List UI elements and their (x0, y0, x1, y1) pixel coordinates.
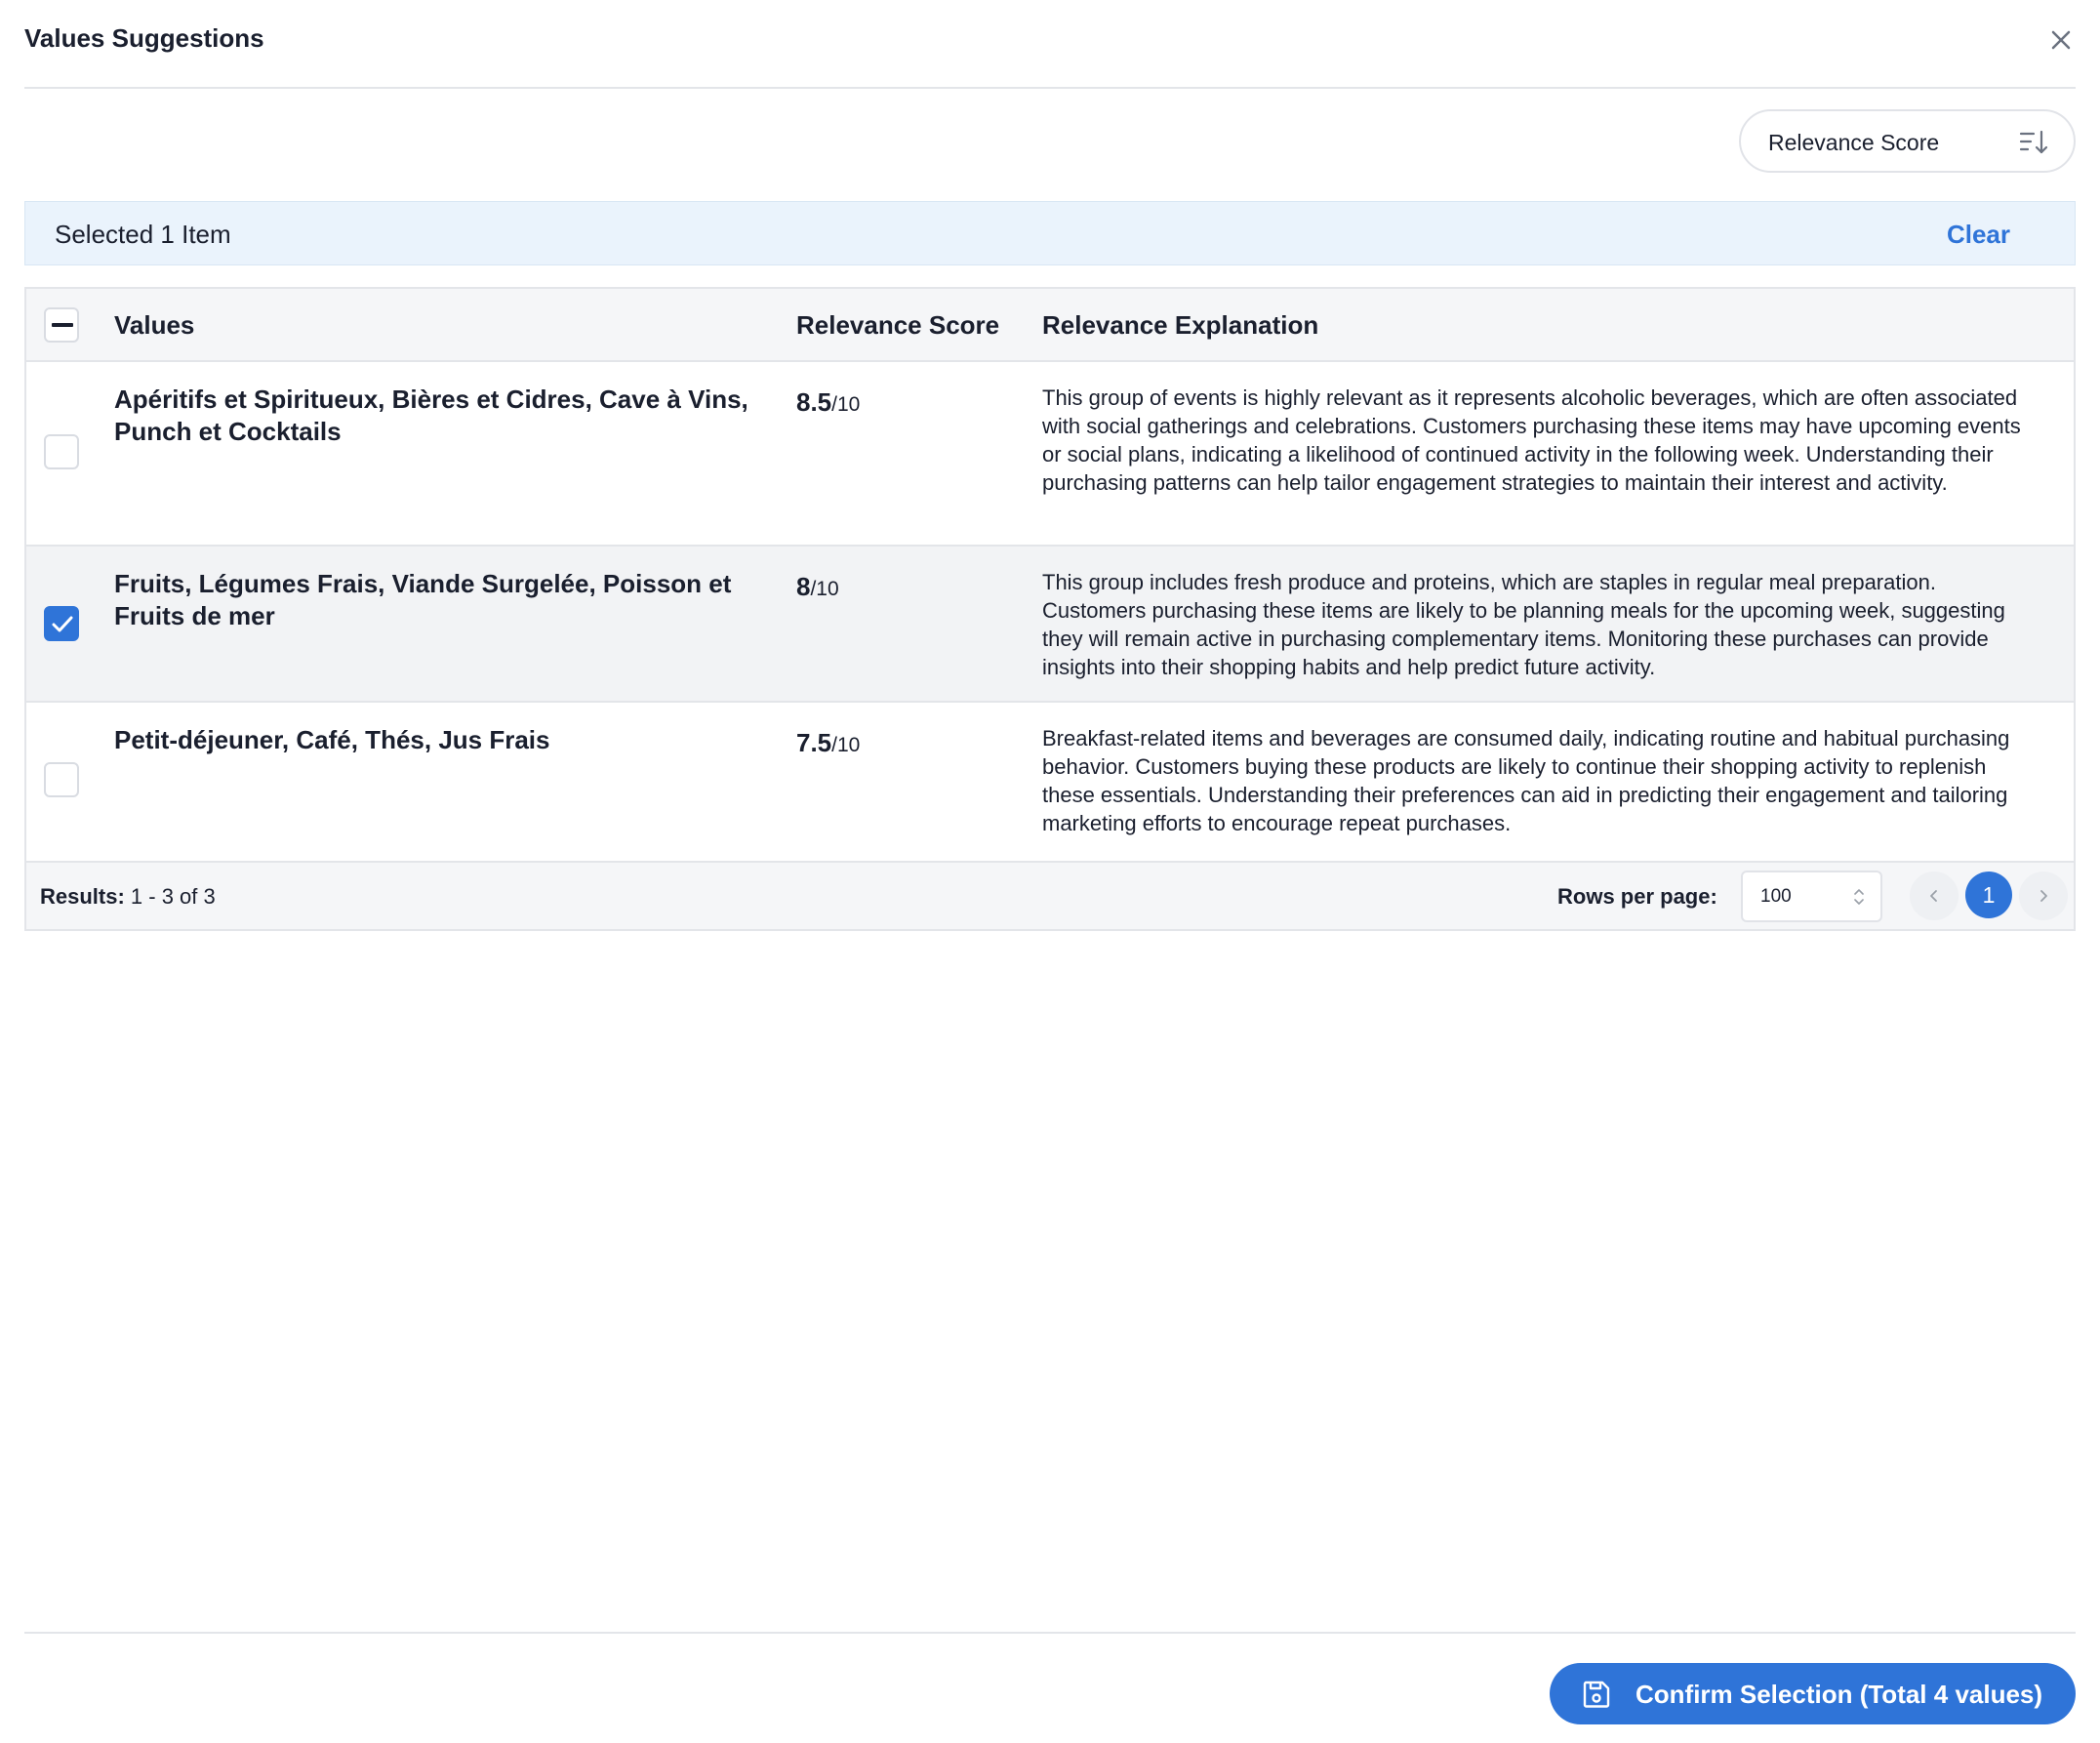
chevron-left-icon (1930, 890, 1937, 902)
column-header-explanation: Relevance Explanation (1042, 310, 1319, 340)
sort-label: Relevance Score (1768, 130, 1940, 155)
save-icon (1583, 1681, 1610, 1708)
row-score: 7.5/10 (796, 728, 860, 758)
close-icon (2051, 30, 2071, 50)
footer-divider (24, 1632, 2076, 1634)
previous-page-button[interactable] (1910, 872, 1959, 920)
selection-count: Selected 1 Item (55, 220, 231, 249)
page-number-button[interactable]: 1 (1965, 872, 2012, 918)
score-value: 8.5 (796, 387, 832, 417)
column-header-score[interactable]: Relevance Score (796, 310, 999, 341)
dialog-header: Values Suggestions (24, 0, 2076, 89)
results-range: 1 - 3 of 3 (130, 884, 216, 909)
dialog-title: Values Suggestions (24, 23, 264, 53)
clear-selection-link[interactable]: Clear (1947, 220, 2010, 250)
selection-bar: Selected 1 Item Clear (24, 201, 2076, 265)
row-explanation: Breakfast-related items and beverages ar… (1042, 726, 2010, 835)
rows-per-page-label: Rows per page: (1557, 884, 1717, 909)
table-row[interactable]: Fruits, Légumes Frais, Viande Surgelée, … (26, 547, 2074, 703)
row-value: Fruits, Légumes Frais, Viande Surgelée, … (114, 569, 732, 630)
values-suggestions-dialog: Values Suggestions Relevance Score Selec… (0, 0, 2100, 1743)
confirm-selection-button[interactable]: Confirm Selection (Total 4 values) (1550, 1663, 2076, 1724)
check-icon (52, 616, 73, 632)
score-denominator: /10 (810, 578, 839, 600)
rows-per-page-select[interactable]: 100 (1741, 871, 1882, 922)
next-page-button[interactable] (2019, 872, 2068, 920)
row-checkbox[interactable] (44, 434, 79, 469)
sort-dropdown[interactable]: Relevance Score (1739, 109, 2076, 173)
score-denominator: /10 (831, 734, 861, 756)
row-explanation: This group of events is highly relevant … (1042, 385, 2021, 495)
row-value: Apéritifs et Spiritueux, Bières et Cidre… (114, 385, 748, 446)
values-table: Values Relevance Score Relevance Explana… (24, 287, 2076, 931)
row-score: 8/10 (796, 572, 839, 602)
row-checkbox[interactable] (44, 606, 79, 641)
chevron-right-icon (2040, 890, 2047, 902)
pagination: 1 (1910, 872, 2068, 920)
close-button[interactable] (2046, 25, 2076, 55)
table-row[interactable]: Petit-déjeuner, Café, Thés, Jus Frais 7.… (26, 703, 2074, 863)
row-value: Petit-déjeuner, Café, Thés, Jus Frais (114, 725, 550, 754)
results-count: Results: 1 - 3 of 3 (40, 884, 216, 910)
row-checkbox[interactable] (44, 762, 79, 797)
results-label: Results: (40, 884, 125, 909)
score-denominator: /10 (831, 393, 861, 416)
column-header-values: Values (114, 310, 195, 340)
table-header: Values Relevance Score Relevance Explana… (26, 289, 2074, 362)
minus-icon (52, 323, 73, 327)
table-footer: Results: 1 - 3 of 3 Rows per page: 100 1 (26, 863, 2074, 929)
row-explanation: This group includes fresh produce and pr… (1042, 570, 2005, 679)
sort-descending-icon (2019, 130, 2048, 154)
rows-per-page-value: 100 (1760, 886, 1792, 907)
table-row[interactable]: Apéritifs et Spiritueux, Bières et Cidre… (26, 362, 2074, 547)
score-value: 7.5 (796, 728, 832, 757)
row-score: 8.5/10 (796, 387, 860, 418)
select-all-checkbox[interactable] (44, 307, 79, 343)
score-value: 8 (796, 572, 811, 601)
updown-chevron-icon (1854, 889, 1864, 905)
confirm-selection-label: Confirm Selection (Total 4 values) (1636, 1680, 2043, 1709)
